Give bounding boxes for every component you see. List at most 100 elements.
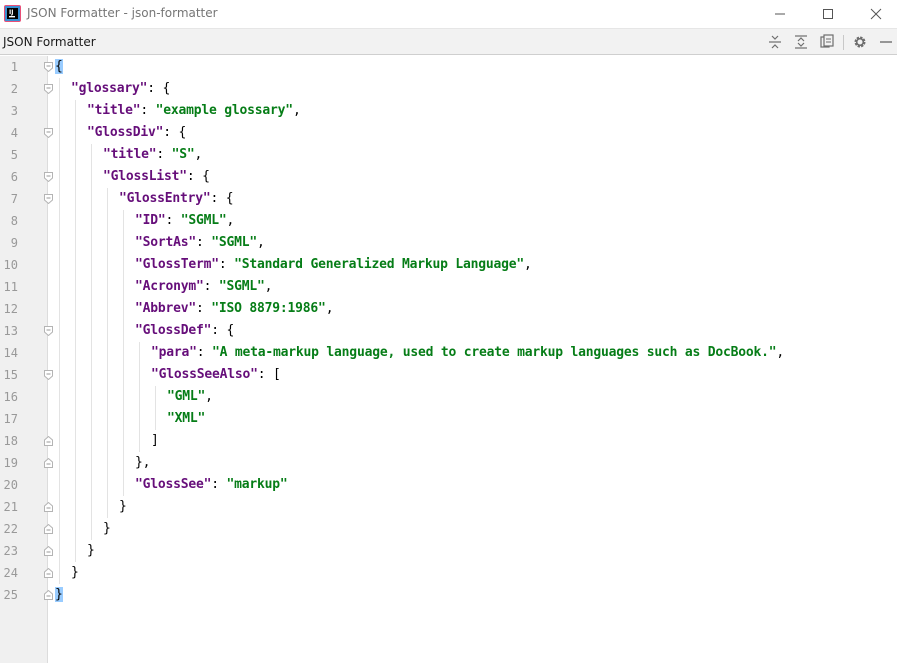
json-string: "A meta-markup language, used to create …	[212, 345, 777, 360]
fold-open-icon[interactable]	[44, 370, 53, 380]
indent-guide	[107, 188, 108, 518]
json-string: "example glossary"	[155, 103, 293, 118]
json-punctuation: : [	[257, 367, 281, 382]
json-key: "title"	[103, 147, 157, 162]
json-key: "GlossEntry"	[119, 191, 211, 206]
json-punctuation: : {	[163, 125, 187, 140]
json-punctuation: : {	[147, 81, 171, 96]
json-punctuation: :	[196, 345, 213, 360]
json-punctuation: :	[196, 235, 212, 250]
fold-close-icon[interactable]	[44, 568, 53, 578]
indent-guide	[59, 78, 60, 584]
fold-close-icon[interactable]	[44, 458, 53, 468]
json-key: "GlossSeeAlso"	[151, 367, 258, 382]
maximize-button[interactable]	[804, 0, 852, 28]
indent-guide	[75, 100, 76, 562]
code-line: }	[103, 518, 111, 540]
code-line: "title": "S",	[103, 144, 202, 166]
json-punctuation: },	[135, 455, 151, 470]
line-number: 10	[3, 258, 18, 272]
fold-open-icon[interactable]	[44, 128, 53, 138]
indent-guide	[91, 144, 92, 540]
settings-button[interactable]	[851, 33, 869, 51]
minimize-panel-icon	[880, 41, 892, 43]
collapse-all-button[interactable]	[766, 33, 784, 51]
code-line: }	[119, 496, 127, 518]
code-line: "GlossEntry": {	[119, 188, 234, 210]
json-punctuation: ,	[292, 103, 301, 118]
json-string: "S"	[171, 147, 195, 162]
minimize-button[interactable]	[756, 0, 804, 28]
json-punctuation: :	[196, 301, 212, 316]
tool-window-header: JSON Formatter	[0, 28, 897, 55]
line-number: 11	[3, 280, 18, 294]
maximize-icon	[823, 9, 833, 19]
fold-open-icon[interactable]	[44, 194, 53, 204]
json-punctuation: ,	[205, 389, 213, 404]
fold-close-icon[interactable]	[44, 546, 53, 556]
code-line: ]	[151, 430, 159, 452]
toolbar-separator	[843, 35, 844, 50]
json-punctuation: :	[211, 477, 227, 492]
code-line: "GlossSeeAlso": [	[151, 364, 281, 386]
fold-close-icon[interactable]	[44, 524, 53, 534]
fold-close-icon[interactable]	[44, 590, 53, 600]
fold-close-icon[interactable]	[44, 436, 53, 446]
code-line: "title": "example glossary",	[87, 100, 301, 122]
line-number: 3	[10, 104, 18, 118]
json-punctuation: ,	[226, 213, 235, 228]
code-line: "glossary": {	[71, 78, 170, 100]
json-punctuation: : {	[210, 191, 234, 206]
line-number: 4	[10, 126, 18, 140]
json-punctuation: :	[165, 213, 181, 228]
expand-all-button[interactable]	[792, 33, 810, 51]
code-line: "GlossList": {	[103, 166, 210, 188]
tool-window-title: JSON Formatter	[3, 35, 96, 49]
line-number: 21	[3, 500, 18, 514]
line-number: 5	[10, 148, 18, 162]
code-editor[interactable]: 1 2 3 4 5 6 7 8 9 10 11 12 13 14 15 16 17 18 19 20 21 22 23 24 2…	[0, 56, 897, 663]
code-line: "GlossDef": {	[135, 320, 234, 342]
fold-open-icon[interactable]	[44, 62, 53, 72]
code-line: "GlossDiv": {	[87, 122, 186, 144]
json-string: "markup"	[226, 477, 288, 492]
line-number: 25	[3, 588, 18, 602]
json-key: "Abbrev"	[135, 301, 197, 316]
json-string: "SGML"	[218, 279, 265, 294]
fold-open-icon[interactable]	[44, 326, 53, 336]
indent-guide	[155, 386, 156, 430]
fold-open-icon[interactable]	[44, 172, 53, 182]
fold-close-icon[interactable]	[44, 502, 53, 512]
matched-brace: {	[55, 59, 63, 74]
line-number: 20	[3, 478, 18, 492]
close-icon	[870, 8, 882, 20]
json-key: "GlossSee"	[135, 477, 212, 492]
code-line: "Acronym": "SGML",	[135, 276, 273, 298]
code-line: }	[71, 562, 79, 584]
line-number: 18	[3, 434, 18, 448]
line-number: 23	[3, 544, 18, 558]
line-number: 17	[3, 412, 18, 426]
expand-all-icon	[795, 35, 807, 49]
code-line: "XML"	[167, 408, 205, 430]
json-key: "para"	[151, 345, 197, 360]
line-number: 12	[3, 302, 18, 316]
minimize-icon	[775, 13, 785, 15]
svg-text:IJ: IJ	[9, 9, 13, 16]
json-punctuation: : {	[211, 323, 235, 338]
json-punctuation: :	[218, 257, 235, 272]
json-punctuation: ,	[257, 235, 265, 250]
hide-panel-button[interactable]	[877, 33, 895, 51]
line-number: 19	[3, 456, 18, 470]
code-area[interactable]: {"glossary": {"title": "example glossary…	[55, 56, 895, 663]
copy-button[interactable]	[818, 33, 836, 51]
line-number: 16	[3, 390, 18, 404]
line-number: 6	[10, 170, 18, 184]
close-button[interactable]	[852, 0, 897, 28]
json-string: "XML"	[167, 411, 206, 426]
code-line: "ID": "SGML",	[135, 210, 234, 232]
line-number: 14	[3, 346, 18, 360]
fold-open-icon[interactable]	[44, 84, 53, 94]
json-punctuation: :	[156, 147, 172, 162]
json-punctuation: :	[140, 103, 156, 118]
